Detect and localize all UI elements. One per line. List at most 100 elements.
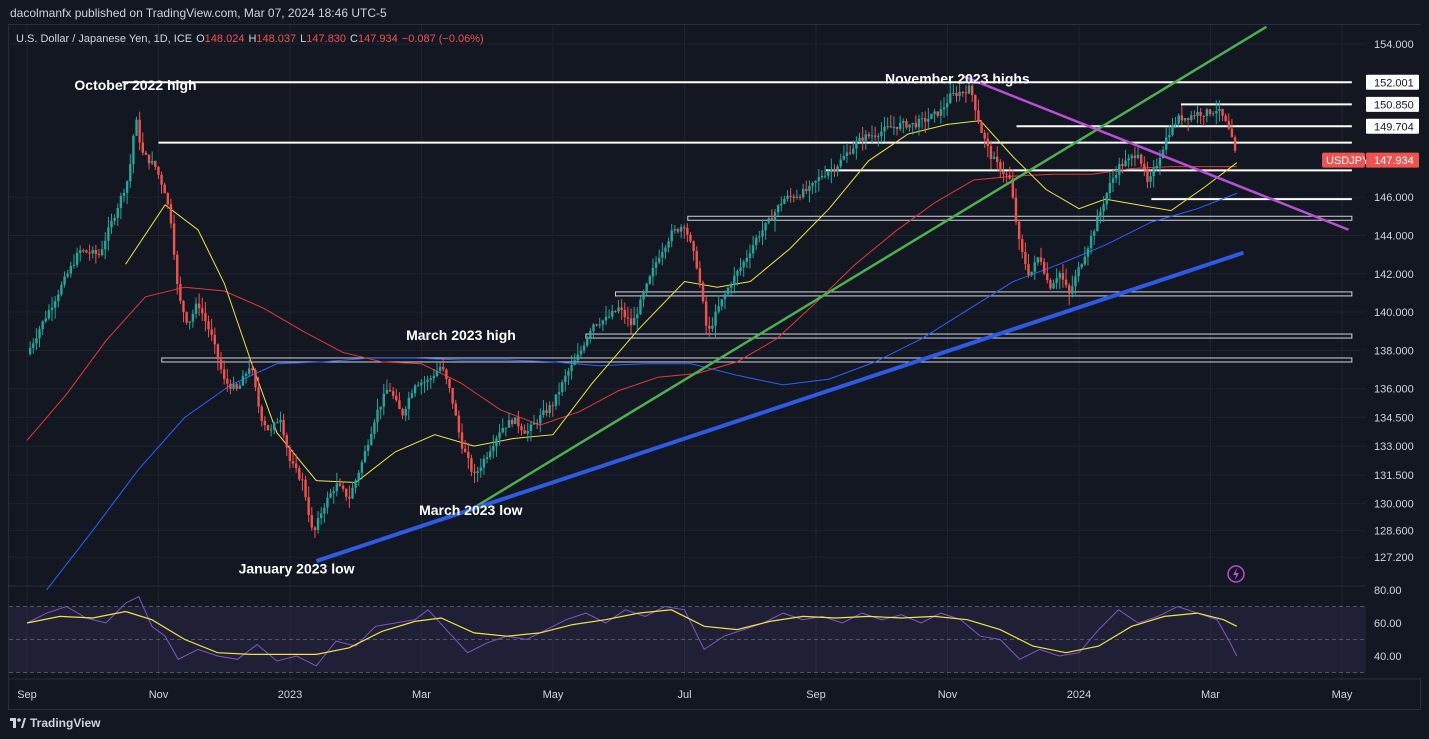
level-tag-label: 150.850 [1374,99,1414,111]
last-price-label: 147.934 [1374,155,1414,167]
candle-body [326,497,329,508]
support-zone [687,215,1353,221]
lightning-icon [1233,568,1239,580]
price-axis[interactable]: 154.000 146.000 144.000 142.000 140.000 138.0… [1322,25,1421,678]
candle-body [598,324,601,326]
candle-body [664,247,667,253]
candle-body [391,391,395,396]
candle-body [745,257,749,262]
candle-body [379,406,382,410]
time-tick-label: 2024 [1067,689,1091,701]
price-tick-label: 140.000 [1374,307,1414,319]
candle-body [166,193,170,205]
candle-body [636,314,639,319]
candle-body [307,497,310,516]
candle-body [1058,273,1062,279]
candle-body [254,370,257,388]
price-tick-label: 154.000 [1374,39,1414,51]
candle-body [773,212,777,221]
candle-body [1202,115,1205,117]
candle-body [1121,163,1124,167]
candle-body [983,132,986,139]
time-tick-label: Nov [149,689,169,701]
candle-body [996,156,999,162]
candle-body [1193,115,1196,117]
candle-body [795,196,799,198]
candle-body [514,417,517,424]
candle-body [485,457,489,459]
candle-body [676,229,680,232]
candle-body [532,423,536,425]
candle-body [811,182,814,186]
candle-body [1005,174,1008,176]
candle-body [338,483,342,486]
candle-body [388,390,392,392]
candle-body [595,324,598,326]
candle-body [1215,111,1218,114]
candle-body [1067,285,1071,294]
candle-body [651,267,655,277]
candle-body [179,283,182,301]
candle-body [451,387,454,404]
time-tick-label: Sep [806,689,826,701]
candle-body [1074,276,1077,287]
candle-body [75,252,79,265]
level-tag-label: 149.704 [1374,121,1414,133]
candle-body [535,423,539,425]
rsi-tick-label: 80.00 [1374,585,1402,597]
symbol-tag-label: USDJPY [1326,155,1370,167]
candle-body [864,134,867,141]
candle-body [495,438,498,446]
candle-body [66,273,69,277]
candle-body [961,91,964,93]
candle-body [1177,115,1180,124]
annotation-label: November 2023 highs [885,70,1030,86]
candle-body [870,135,874,137]
annotations: October 2022 high November 2023 highs Marc… [74,70,1030,576]
candle-body [122,192,126,196]
candle-body [329,493,332,498]
candle-body [404,409,407,416]
candle-body [974,95,977,111]
close-label: C [350,33,358,45]
candle-body [1124,160,1127,167]
candle-body [999,161,1002,172]
time-tick-label: Mar [1201,689,1220,701]
candle-body [398,400,401,410]
candle-body [1102,204,1105,212]
candle-body [1021,239,1024,253]
candle-body [817,177,821,181]
price-candles [28,76,1237,539]
candle-body [523,430,526,434]
candle-body [1086,248,1090,257]
candle-body [942,107,946,110]
footer-brand: TradingView [10,716,100,730]
candle-body [366,444,370,451]
open-value: 148.024 [205,33,245,45]
candle-body [905,121,908,128]
time-axis[interactable]: Sep Nov 2023 Mar May Jul Sep Nov 2024 Mar May [9,678,1420,701]
candle-body [445,369,448,380]
high-label: H [248,33,256,45]
tradingview-logo-icon [10,718,26,728]
candle-body [263,420,267,426]
candle-body [288,447,292,462]
candle-body [507,419,511,428]
candle-body [673,229,677,231]
usdjpy-chart[interactable]: October 2022 high November 2023 highs Marc… [0,0,1429,739]
candle-body [194,303,198,314]
candle-body [504,427,508,429]
candle-body [1152,168,1155,177]
candle-body [589,330,592,338]
candle-body [226,378,229,384]
candle-body [1155,165,1159,169]
candle-body [611,310,614,317]
candle-body [1146,169,1149,182]
candle-body [955,92,958,97]
candle-body [129,164,132,182]
candle-body [1114,175,1118,179]
candle-body [570,364,573,372]
candle-body [332,491,335,494]
candle-body [413,385,417,394]
candle-body [154,161,157,167]
